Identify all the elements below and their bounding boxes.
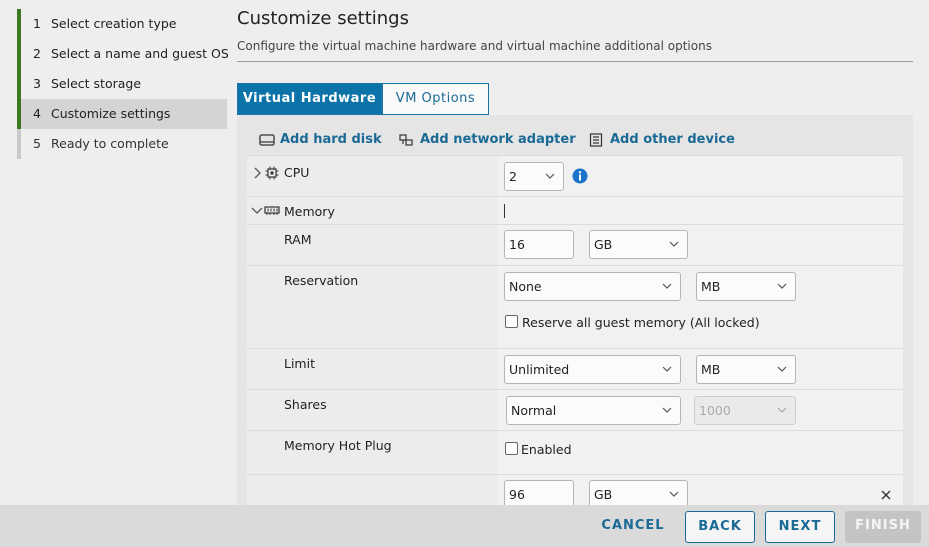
chevron-down-icon bbox=[669, 241, 679, 247]
reservation-unit-select[interactable]: MB bbox=[696, 272, 796, 301]
chevron-right-icon[interactable] bbox=[253, 167, 261, 179]
back-button[interactable]: BACK bbox=[685, 511, 755, 543]
shares-value: Normal bbox=[511, 403, 557, 418]
step-number: 1 bbox=[33, 16, 41, 31]
info-icon[interactable] bbox=[572, 168, 588, 184]
tab-vm-options[interactable]: VM Options bbox=[382, 83, 489, 115]
add-network-adapter-label: Add network adapter bbox=[420, 132, 576, 147]
memory-hot-plug-checkbox[interactable] bbox=[505, 442, 518, 455]
chevron-down-icon bbox=[545, 173, 555, 179]
chevron-down-icon bbox=[669, 491, 679, 497]
cpu-label: CPU bbox=[284, 165, 310, 180]
reservation-unit-value: MB bbox=[701, 279, 721, 294]
step-number: 3 bbox=[33, 76, 41, 91]
finish-button: FINISH bbox=[845, 511, 921, 543]
main-content: Customize settings Configure the virtual… bbox=[227, 0, 929, 505]
shares-row: Shares Normal 1000 bbox=[247, 389, 903, 430]
step-select-name-guest-os[interactable]: 2 Select a name and guest OS bbox=[17, 39, 229, 69]
next-button[interactable]: NEXT bbox=[765, 511, 835, 543]
hardware-grid: CPU 2 Memory RAM 16 GB Reservation None … bbox=[247, 155, 903, 505]
hard-disk-icon bbox=[259, 134, 275, 146]
limit-value: Unlimited bbox=[509, 362, 570, 377]
reserve-all-memory-label: Reserve all guest memory (All locked) bbox=[522, 315, 760, 330]
tab-virtual-hardware[interactable]: Virtual Hardware bbox=[237, 83, 382, 115]
memory-icon bbox=[264, 206, 280, 215]
step-select-storage[interactable]: 3 Select storage bbox=[17, 69, 227, 99]
memory-hot-plug-row: Memory Hot Plug Enabled bbox=[247, 430, 903, 474]
reservation-row: Reservation None MB Reserve all guest me… bbox=[247, 265, 903, 348]
step-number: 5 bbox=[33, 136, 41, 151]
title-divider bbox=[237, 61, 913, 62]
text-cursor bbox=[504, 204, 505, 218]
step-label: Select creation type bbox=[51, 16, 177, 31]
add-hard-disk-button[interactable]: Add hard disk bbox=[259, 132, 382, 148]
page-subtitle: Configure the virtual machine hardware a… bbox=[237, 39, 712, 53]
add-other-device-label: Add other device bbox=[610, 132, 735, 147]
limit-unit-value: MB bbox=[701, 362, 721, 377]
step-label: Select storage bbox=[51, 76, 142, 91]
ram-unit-select[interactable]: GB bbox=[589, 230, 688, 259]
ram-label: RAM bbox=[284, 232, 312, 247]
cpu-row: CPU 2 bbox=[247, 155, 903, 196]
cpu-count-select[interactable]: 2 bbox=[504, 162, 564, 191]
close-icon[interactable] bbox=[881, 490, 891, 500]
hard-disk-unit-select[interactable]: GB bbox=[589, 480, 688, 505]
network-adapter-icon bbox=[399, 134, 413, 146]
add-network-adapter-button[interactable]: Add network adapter bbox=[398, 132, 576, 148]
reserve-all-memory-checkbox[interactable] bbox=[505, 315, 518, 328]
hard-disk-unit-value: GB bbox=[594, 487, 613, 502]
memory-hot-plug-enabled-label: Enabled bbox=[521, 442, 572, 457]
chevron-down-icon bbox=[662, 366, 672, 372]
cpu-count-value: 2 bbox=[509, 169, 517, 184]
step-ready-to-complete: 5 Ready to complete bbox=[17, 129, 227, 159]
chevron-down-icon bbox=[662, 407, 672, 413]
step-select-creation-type[interactable]: 1 Select creation type bbox=[17, 9, 227, 39]
step-number: 4 bbox=[33, 106, 41, 121]
page-title: Customize settings bbox=[237, 8, 409, 29]
limit-row: Limit Unlimited MB bbox=[247, 348, 903, 389]
add-other-device-button[interactable]: Add other device bbox=[589, 132, 735, 148]
memory-hot-plug-label: Memory Hot Plug bbox=[284, 438, 392, 453]
wizard-footer: CANCEL BACK NEXT FINISH bbox=[0, 505, 929, 547]
ram-input[interactable]: 16 bbox=[504, 230, 574, 259]
limit-label: Limit bbox=[284, 356, 315, 371]
virtual-hardware-panel: Add hard disk Add network adapter Add ot… bbox=[237, 115, 913, 505]
hard-disk-row: 96 GB bbox=[247, 474, 903, 505]
chevron-down-icon bbox=[777, 366, 787, 372]
cancel-button[interactable]: CANCEL bbox=[598, 511, 668, 543]
chevron-down-icon[interactable] bbox=[251, 207, 263, 215]
add-hard-disk-label: Add hard disk bbox=[280, 132, 382, 147]
shares-select[interactable]: Normal bbox=[506, 396, 681, 425]
cpu-icon bbox=[265, 166, 279, 180]
shares-number-select: 1000 bbox=[694, 396, 796, 425]
other-device-icon bbox=[589, 133, 603, 147]
step-label: Customize settings bbox=[51, 106, 171, 121]
reservation-label: Reservation bbox=[284, 273, 359, 288]
chevron-down-icon bbox=[777, 407, 787, 413]
ram-row: RAM 16 GB bbox=[247, 224, 903, 265]
reservation-value: None bbox=[509, 279, 542, 294]
chevron-down-icon bbox=[662, 283, 672, 289]
reservation-select[interactable]: None bbox=[504, 272, 681, 301]
wizard-steps: 1 Select creation type 2 Select a name and… bbox=[0, 0, 229, 505]
ram-unit-value: GB bbox=[594, 237, 613, 252]
step-number: 2 bbox=[33, 46, 41, 61]
step-label: Ready to complete bbox=[51, 136, 169, 151]
hard-disk-size-input[interactable]: 96 bbox=[504, 480, 574, 505]
chevron-down-icon bbox=[777, 283, 787, 289]
shares-number-value: 1000 bbox=[699, 403, 731, 418]
memory-row: Memory bbox=[247, 196, 903, 224]
shares-label: Shares bbox=[284, 397, 327, 412]
step-label: Select a name and guest OS bbox=[51, 46, 229, 61]
limit-select[interactable]: Unlimited bbox=[504, 355, 681, 384]
memory-label: Memory bbox=[284, 204, 335, 219]
step-customize-settings[interactable]: 4 Customize settings bbox=[17, 99, 227, 129]
limit-unit-select[interactable]: MB bbox=[696, 355, 796, 384]
